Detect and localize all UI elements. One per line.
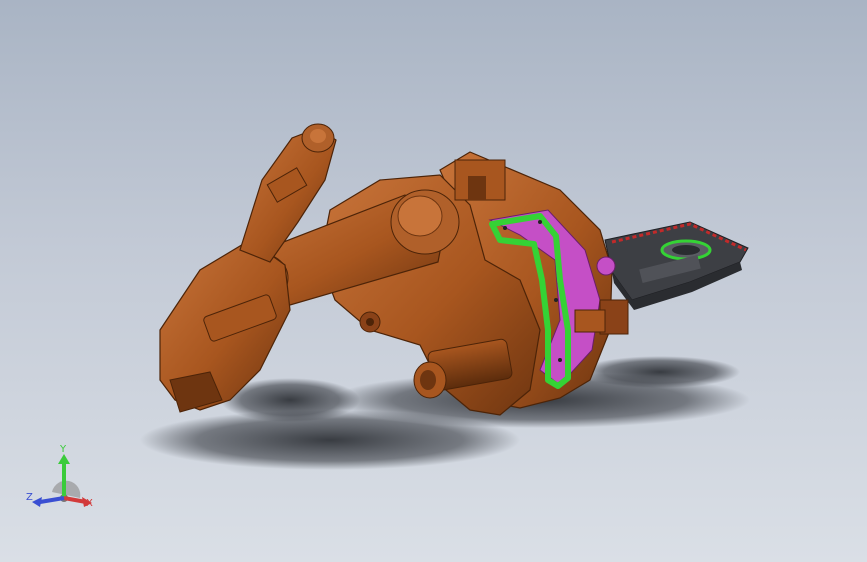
- z-axis-label: Z: [26, 492, 33, 503]
- base-plate[interactable]: [604, 221, 749, 310]
- x-axis-label: X: [86, 498, 93, 509]
- view-orientation-triad[interactable]: Y X Z: [22, 440, 102, 520]
- y-axis-label: Y: [59, 444, 67, 455]
- robot-arm-model[interactable]: [0, 0, 867, 562]
- x-axis-arrow[interactable]: X: [63, 496, 93, 509]
- z-axis-arrow[interactable]: Z: [26, 492, 65, 507]
- graphics-viewport[interactable]: Y X Z: [0, 0, 867, 562]
